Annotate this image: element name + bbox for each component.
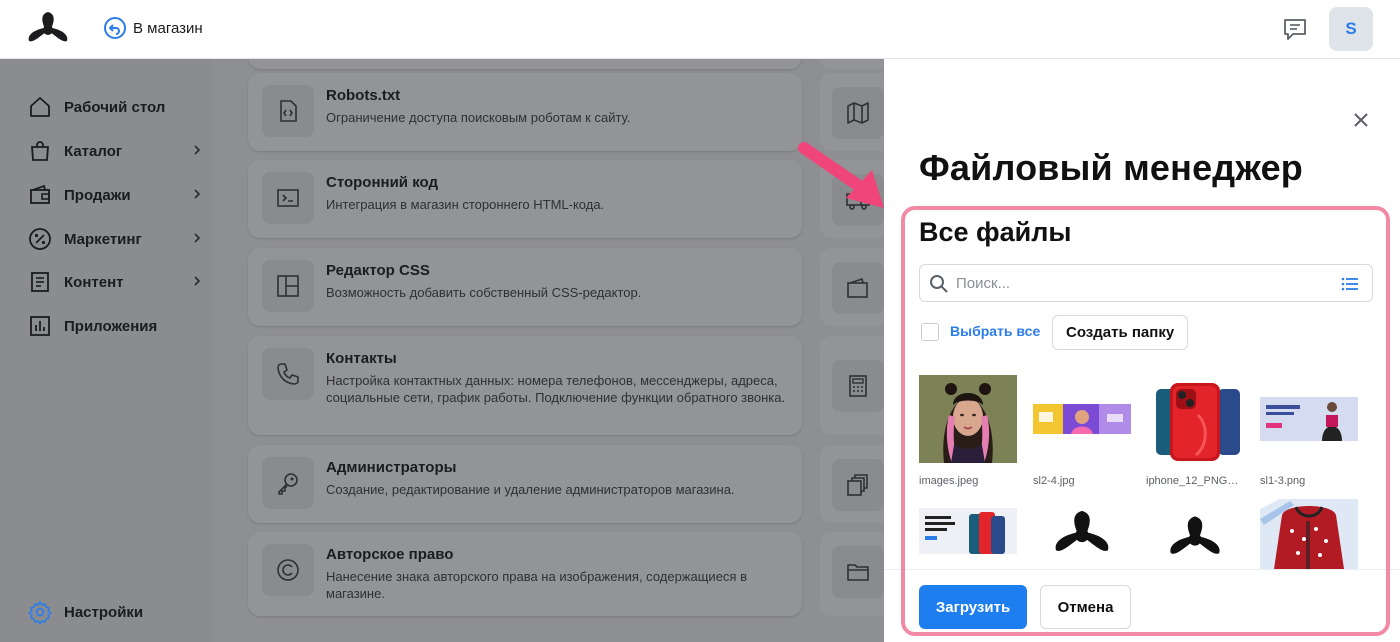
copy-icon: [832, 459, 884, 511]
percent-icon: [29, 228, 51, 250]
card-title: Контакты: [326, 350, 397, 367]
back-to-store-link[interactable]: В магазин: [103, 16, 203, 40]
logo-icon[interactable]: [26, 10, 70, 48]
settings-card[interactable]: [820, 532, 884, 616]
drawer-title: Файловый менеджер: [919, 147, 1304, 188]
sidebar-item-label: Рабочий стол: [64, 98, 166, 116]
card-description: Настройка контактных данных: номера теле…: [326, 373, 786, 405]
card-description: Нанесение знака авторского права на изоб…: [326, 569, 747, 601]
settings-label: Настройки: [64, 603, 144, 621]
sidebar-item-apps[interactable]: Приложения: [28, 314, 204, 338]
back-to-store-label: В магазин: [133, 19, 203, 37]
user-avatar[interactable]: S: [1329, 7, 1373, 51]
chevron-right-icon: [194, 233, 201, 243]
wallet-icon: [30, 184, 50, 204]
card-description: Создание, редактирование и удаление адми…: [326, 482, 735, 497]
map-icon: [832, 87, 884, 139]
file-manager-drawer: Файловый менеджер Все файлы Поиск... Выб…: [884, 59, 1400, 642]
home-icon: [30, 97, 50, 117]
sidebar-item-content[interactable]: Контент: [28, 270, 204, 294]
sidebar-item-sales[interactable]: Продажи: [28, 183, 204, 207]
sidebar-item-label: Приложения: [64, 317, 158, 335]
chat-icon[interactable]: [1282, 16, 1308, 42]
sidebar-item-label: Каталог: [64, 142, 123, 160]
settings-card-custom-code[interactable]: Сторонний код Интеграция в магазин сторо…: [248, 160, 802, 238]
copyright-icon: [262, 544, 314, 596]
top-bar: В магазин S: [0, 0, 1400, 59]
document-icon: [31, 272, 49, 292]
card-title: Сторонний код: [326, 174, 438, 191]
chart-icon: [30, 316, 50, 336]
layout-icon: [262, 260, 314, 312]
gear-icon: [28, 601, 52, 624]
settings-card-contacts[interactable]: Контакты Настройка контактных данных: но…: [248, 336, 802, 435]
annotation-arrow-icon: [798, 142, 884, 208]
close-icon[interactable]: [1350, 109, 1372, 131]
settings-card[interactable]: [820, 445, 884, 523]
settings-card[interactable]: [820, 248, 884, 326]
folder-icon: [832, 546, 884, 598]
card-title: Robots.txt: [326, 87, 401, 104]
settings-card-admins[interactable]: Администраторы Создание, редактирование …: [248, 445, 802, 523]
chevron-right-icon: [194, 276, 201, 286]
sidebar-item-marketing[interactable]: Маркетинг: [28, 227, 204, 251]
annotation-highlight-box: [901, 206, 1390, 636]
sidebar-item-dashboard[interactable]: Рабочий стол: [28, 95, 204, 119]
phone-icon: [262, 348, 314, 400]
sidebar-item-catalog[interactable]: Каталог: [28, 139, 204, 163]
sidebar-item-label: Продажи: [64, 186, 131, 204]
card-description: Ограничение доступа поисковым роботам к …: [326, 110, 631, 125]
settings-card-copyright[interactable]: Авторское право Нанесение знака авторско…: [248, 532, 802, 616]
settings-card[interactable]: [820, 336, 884, 435]
card-description: Интеграция в магазин стороннего HTML-код…: [326, 197, 605, 212]
code-file-icon: [262, 85, 314, 137]
sidebar-item-settings[interactable]: Настройки: [28, 600, 143, 624]
card-title: Авторское право: [326, 546, 454, 563]
settings-card-robots[interactable]: Robots.txt Ограничение доступа поисковым…: [248, 73, 802, 151]
settings-content: Robots.txt Ограничение доступа поисковым…: [212, 59, 884, 642]
sidebar-item-label: Маркетинг: [64, 230, 142, 248]
settings-card[interactable]: [820, 59, 884, 69]
card-title: Редактор CSS: [326, 262, 430, 279]
back-arrow-icon: [104, 17, 126, 39]
bag-icon: [31, 141, 49, 161]
wallet-icon: [832, 262, 884, 314]
terminal-icon: [262, 172, 314, 224]
chevron-right-icon: [194, 145, 201, 155]
settings-card[interactable]: [248, 59, 802, 69]
sidebar-item-label: Контент: [64, 273, 124, 291]
card-title: Администраторы: [326, 459, 457, 476]
key-icon: [262, 457, 314, 509]
calculator-icon: [832, 360, 884, 412]
chevron-right-icon: [194, 189, 201, 199]
settings-card-css-editor[interactable]: Редактор CSS Возможность добавить собств…: [248, 248, 802, 326]
card-description: Возможность добавить собственный CSS-ред…: [326, 285, 642, 300]
